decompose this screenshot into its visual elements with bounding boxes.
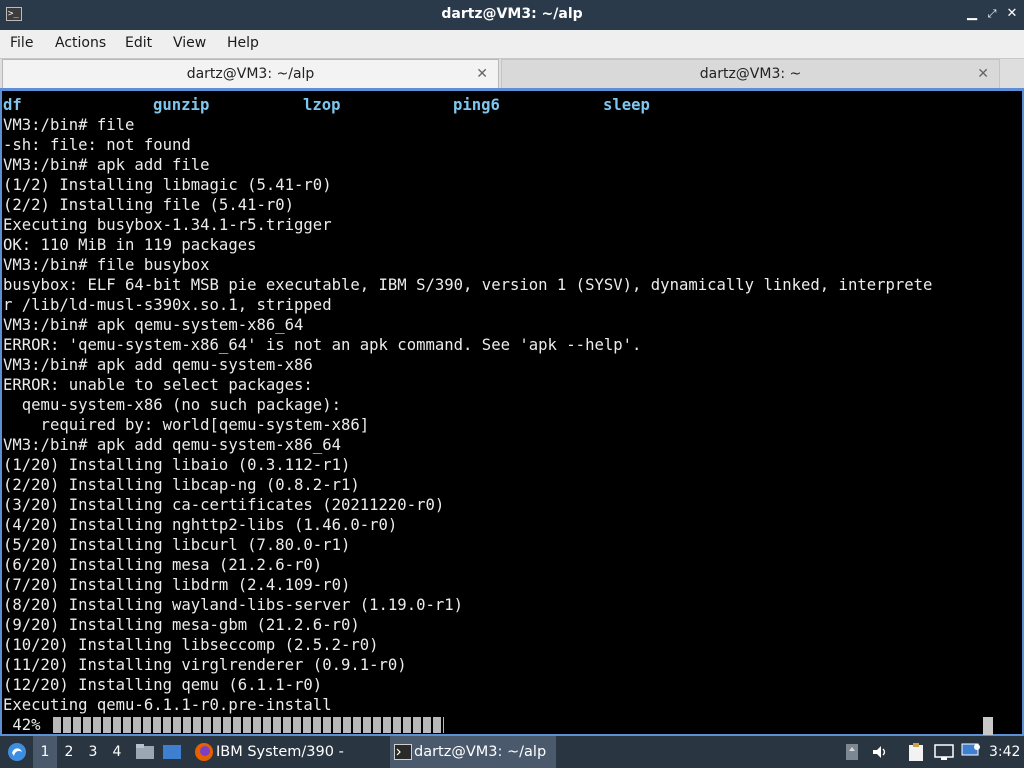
menu-edit[interactable]: Edit [125,35,152,51]
terminal-line: (6/20) Installing mesa (21.2.6-r0) [3,556,323,574]
terminal-line: (5/20) Installing libcurl (7.80.0-r1) [3,536,351,554]
clock[interactable]: 3:42 [989,736,1023,768]
desktop-4-button[interactable]: 4 [105,736,129,768]
start-menu-button[interactable] [4,736,30,768]
terminal-line: ERROR: 'qemu-system-x86_64' is not an ap… [3,336,642,354]
terminal-line: VM3:/bin# apk add file [3,156,210,174]
terminal-line: -sh: file: not found [3,136,191,154]
tray-upload-icon[interactable] [843,736,861,768]
firefox-icon [195,743,213,761]
menu-file[interactable]: File [10,35,33,51]
progress-percent: 42% [3,716,41,734]
terminal-line: VM3:/bin# apk qemu-system-x86_64 [3,316,304,334]
terminal-line: (1/20) Installing libaio (0.3.112-r1) [3,456,351,474]
monitor-icon [961,743,980,756]
ls-entry: ping6 [453,96,500,114]
maximize-icon[interactable]: ⤢ [984,5,1000,23]
terminal-line: (7/20) Installing libdrm (2.4.109-r0) [3,576,351,594]
desktop-1-button[interactable]: 1 [33,736,57,768]
terminal-line: (9/20) Installing mesa-gbm (21.2.6-r0) [3,616,360,634]
ls-entry: df [3,96,22,114]
terminal-line: (2/20) Installing libcap-ng (0.8.2-r1) [3,476,360,494]
window-title: dartz@VM3: ~/alp [441,6,583,22]
terminal-line: Executing busybox-1.34.1-r5.trigger [3,216,332,234]
ls-entry: lzop [303,96,341,114]
progress-fill [53,717,444,733]
tab-alp[interactable]: dartz@VM3: ~/alp ✕ [2,59,499,89]
tray-network-icon[interactable] [933,736,955,768]
terminal-line: ERROR: unable to select packages: [3,376,313,394]
menu-view[interactable]: View [173,35,206,51]
tab-close-icon[interactable]: ✕ [977,60,989,88]
menu-help[interactable]: Help [227,35,259,51]
taskbar: 1 2 3 4 IBM System/390 - Wik... dartz@VM… [0,736,1024,768]
terminal-line: VM3:/bin# apk add qemu-system-x86_64 [3,436,341,454]
task-firefox[interactable]: IBM System/390 - Wik... [192,736,388,768]
terminal-line: qemu-system-x86 (no such package): [3,396,341,414]
tab-bar: dartz@VM3: ~/alp ✕ dartz@VM3: ~ ✕ [0,58,1024,89]
terminal-line: busybox: ELF 64-bit MSB pie executable, … [3,276,933,294]
network-icon [934,744,954,760]
terminal-line: (1/2) Installing libmagic (5.41-r0) [3,176,332,194]
desktop-2-button[interactable]: 2 [57,736,81,768]
task-label: dartz@VM3: ~/alp [414,744,547,760]
progress-bar [53,717,444,733]
upload-icon [846,744,858,760]
minimize-icon[interactable]: ▁ [964,5,980,23]
terminal-cursor [983,717,993,735]
terminal-line: (12/20) Installing qemu (6.1.1-r0) [3,676,323,694]
tab-home[interactable]: dartz@VM3: ~ ✕ [501,59,1000,89]
window-titlebar: >_ dartz@VM3: ~/alp ▁ ⤢ ✕ [0,0,1024,30]
clipboard-icon [909,743,923,761]
terminal-view[interactable]: df gunzip lzop ping6 sleep VM3:/bin# fil… [0,88,1024,736]
tab-label: dartz@VM3: ~/alp [186,66,315,82]
close-icon[interactable]: ✕ [1004,5,1020,23]
terminal-line: (10/20) Installing libseccomp (2.5.2-r0) [3,636,379,654]
terminal-line: OK: 110 MiB in 119 packages [3,236,257,254]
terminal-line: r /lib/ld-musl-s390x.so.1, stripped [3,296,332,314]
show-desktop-button[interactable] [160,736,184,768]
terminal-line: (8/20) Installing wayland-libs-server (1… [3,596,464,614]
task-terminal[interactable]: dartz@VM3: ~/alp [390,736,556,768]
tab-label: dartz@VM3: ~ [699,66,802,82]
progress-line: 42% [3,715,1021,735]
terminal-line: (4/20) Installing nghttp2-libs (1.46.0-r… [3,516,398,534]
speaker-icon [873,746,886,758]
terminal-line: VM3:/bin# apk add qemu-system-x86 [3,356,313,374]
terminal-icon [394,744,412,760]
desktop-icon [163,745,181,759]
tab-close-icon[interactable]: ✕ [476,60,488,88]
ls-entry: sleep [603,96,650,114]
ls-entry: gunzip [153,96,210,114]
terminal-line: (11/20) Installing virglrenderer (0.9.1-… [3,656,407,674]
terminal-line: required by: world[qemu-system-x86] [3,416,370,434]
terminal-output: df gunzip lzop ping6 sleep VM3:/bin# fil… [3,95,1003,715]
file-manager-launcher[interactable] [133,736,157,768]
terminal-line: (2/2) Installing file (5.41-r0) [3,196,295,214]
terminal-line: VM3:/bin# file busybox [3,256,210,274]
desktop-3-button[interactable]: 3 [81,736,105,768]
tray-volume-icon[interactable] [870,736,890,768]
terminal-line: Executing qemu-6.1.1-r0.pre-install [3,696,332,714]
terminal-line: (3/20) Installing ca-certificates (20211… [3,496,445,514]
terminal-line: VM3:/bin# file [3,116,135,134]
folder-icon [136,744,154,759]
app-menu-icon [8,743,26,761]
menu-actions[interactable]: Actions [55,35,106,51]
tray-clipboard-icon[interactable] [906,736,926,768]
ls-output-row: df gunzip lzop ping6 sleep [3,95,1003,115]
tray-display-icon[interactable] [960,736,982,768]
menu-bar: File Actions Edit View Help [0,30,1024,58]
task-label: IBM System/390 - Wik... [216,744,344,760]
